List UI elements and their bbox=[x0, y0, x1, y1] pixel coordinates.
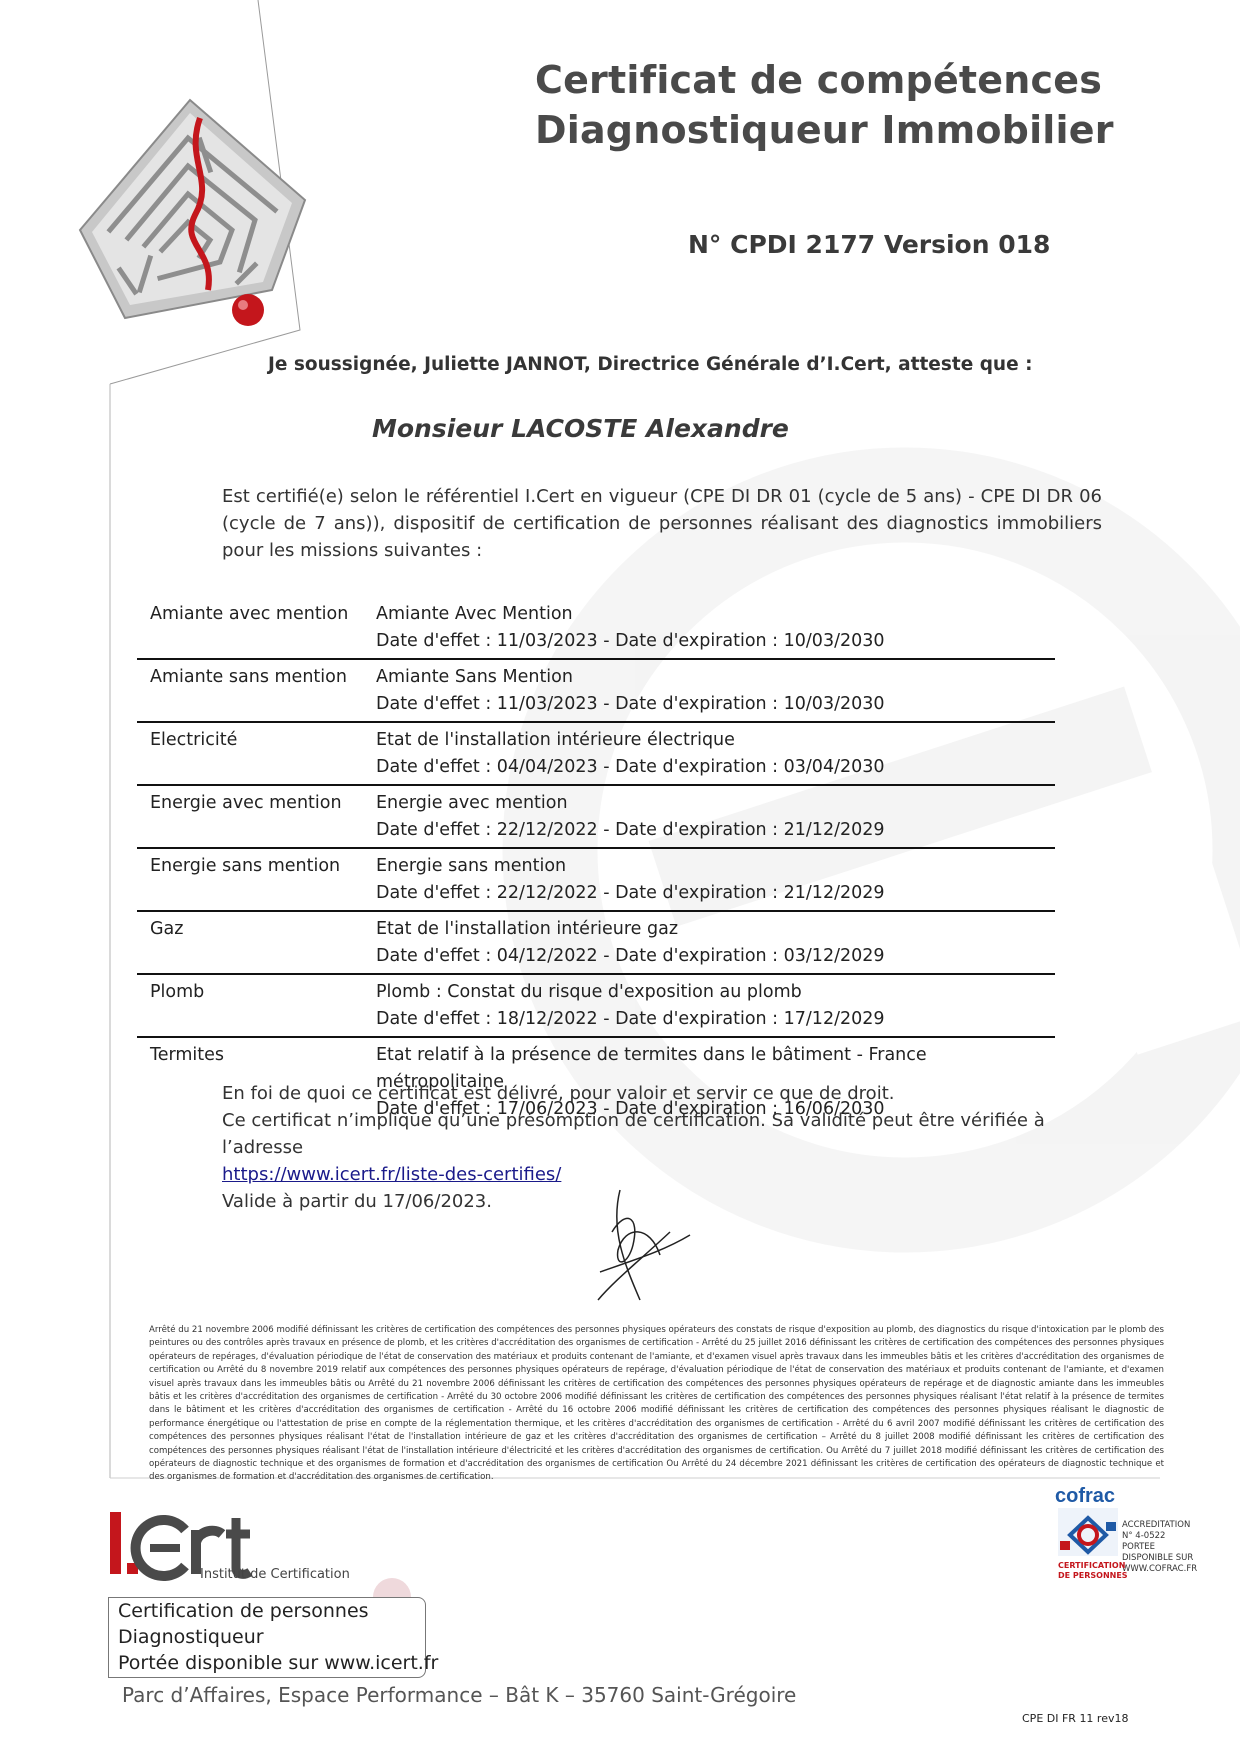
mission-details: Amiante Avec Mention Date d'effet : 11/03… bbox=[363, 597, 1055, 659]
scope-line-1: Certification de personnes bbox=[118, 1600, 369, 1622]
cofrac-caption-line-1: CERTIFICATION bbox=[1058, 1561, 1126, 1570]
cofrac-line: DISPONIBLE SUR bbox=[1122, 1553, 1194, 1563]
cofrac-caption-line-2: DE PERSONNES bbox=[1058, 1571, 1128, 1580]
mission-row: Energie sans mention Energie sans mention… bbox=[137, 848, 1055, 911]
scope-box: Certification de personnes Diagnostiqueu… bbox=[118, 1598, 438, 1676]
mission-title: Amiante Avec Mention bbox=[376, 604, 573, 624]
verification-link[interactable]: https://www.icert.fr/liste-des-certifies… bbox=[222, 1164, 561, 1185]
scope-line-3: Portée disponible sur www.icert.fr bbox=[118, 1652, 439, 1674]
address: Parc d’Affaires, Espace Performance – Bâ… bbox=[122, 1683, 797, 1707]
cofrac-accreditation: ACCREDITATION N° 4-0522 PORTEE DISPONIBL… bbox=[1122, 1520, 1197, 1575]
cofrac-brand: cofrac bbox=[1055, 1485, 1115, 1507]
mission-dates: Date d'effet : 04/04/2023 - Date d'expir… bbox=[376, 757, 885, 777]
mission-details: Plomb : Constat du risque d'exposition a… bbox=[363, 974, 1055, 1037]
cofrac-line: N° 4-0522 bbox=[1122, 1531, 1166, 1541]
mission-dates: Date d'effet : 11/03/2023 - Date d'expir… bbox=[376, 694, 885, 714]
mission-dates: Date d'effet : 22/12/2022 - Date d'expir… bbox=[376, 883, 885, 903]
mission-title: Etat de l'installation intérieure électr… bbox=[376, 730, 735, 750]
closing-block: En foi de quoi ce certificat est délivré… bbox=[222, 1080, 1122, 1215]
mission-details: Amiante Sans Mention Date d'effet : 11/03… bbox=[363, 659, 1055, 722]
mission-details: Energie avec mention Date d'effet : 22/12… bbox=[363, 785, 1055, 848]
cofrac-caption: CERTIFICATION DE PERSONNES bbox=[1058, 1561, 1128, 1581]
cofrac-logo-icon: cofrac bbox=[1055, 1485, 1118, 1556]
holder-name: Monsieur LACOSTE Alexandre bbox=[372, 414, 789, 443]
mission-row: Amiante sans mention Amiante Sans Mention… bbox=[137, 659, 1055, 722]
cofrac-line: ACCREDITATION bbox=[1122, 1520, 1191, 1530]
mission-row: Gaz Etat de l'installation intérieure gaz… bbox=[137, 911, 1055, 974]
cofrac-line: WWW.COFRAC.FR bbox=[1122, 1564, 1198, 1574]
mission-dates: Date d'effet : 22/12/2022 - Date d'expir… bbox=[376, 820, 885, 840]
closing-line-1: En foi de quoi ce certificat est délivré… bbox=[222, 1083, 895, 1104]
scope-line-2: Diagnostiqueur bbox=[118, 1626, 264, 1648]
mission-row: Amiante avec mention Amiante Avec Mention… bbox=[137, 597, 1055, 659]
mission-category: Electricité bbox=[150, 730, 238, 750]
page-title: Certificat de compétences Diagnostiqueur… bbox=[535, 55, 1114, 155]
closing-line-2: Ce certificat n’implique qu’une présompt… bbox=[222, 1110, 1045, 1158]
cofrac-line: PORTEE bbox=[1122, 1542, 1156, 1552]
mission-dates: Date d'effet : 11/03/2023 - Date d'expir… bbox=[376, 631, 885, 651]
mission-category: Energie avec mention bbox=[150, 793, 342, 813]
mission-title: Amiante Sans Mention bbox=[376, 667, 573, 687]
maze-house-logo bbox=[78, 98, 307, 326]
mission-title: Etat de l'installation intérieure gaz bbox=[376, 919, 679, 939]
mission-row: Plomb Plomb : Constat du risque d'exposit… bbox=[137, 974, 1055, 1037]
mission-details: Energie sans mention Date d'effet : 22/12… bbox=[363, 848, 1055, 911]
title-line-2: Diagnostiqueur Immobilier bbox=[535, 108, 1114, 152]
mission-dates: Date d'effet : 04/12/2022 - Date d'expir… bbox=[376, 946, 885, 966]
mission-title: Plomb : Constat du risque d'exposition a… bbox=[376, 982, 802, 1002]
icert-logo-subtitle: Institut de Certification bbox=[200, 1567, 350, 1582]
attestation-statement: Je soussignée, Juliette JANNOT, Directri… bbox=[268, 354, 1033, 375]
missions-table: Amiante avec mention Amiante Avec Mention… bbox=[137, 597, 1055, 1126]
certificate-number: N° CPDI 2177 Version 018 bbox=[688, 230, 1051, 259]
mission-category: Amiante sans mention bbox=[150, 667, 347, 687]
validity-date: Valide à partir du 17/06/2023. bbox=[222, 1191, 492, 1212]
legal-text: Arrêté du 21 novembre 2006 modifié défin… bbox=[149, 1325, 1164, 1483]
mission-row: Energie avec mention Energie avec mention… bbox=[137, 785, 1055, 848]
title-line-1: Certificat de compétences bbox=[535, 58, 1103, 102]
mission-details: Etat de l'installation intérieure gaz Dat… bbox=[363, 911, 1055, 974]
mission-details: Etat de l'installation intérieure électr… bbox=[363, 722, 1055, 785]
mission-category: Amiante avec mention bbox=[150, 604, 349, 624]
mission-category: Gaz bbox=[150, 919, 184, 939]
mission-dates: Date d'effet : 18/12/2022 - Date d'expir… bbox=[376, 1009, 885, 1029]
mission-row: Electricité Etat de l'installation intéri… bbox=[137, 722, 1055, 785]
mission-title: Energie avec mention bbox=[376, 793, 568, 813]
mission-title: Energie sans mention bbox=[376, 856, 567, 876]
intro-paragraph: Est certifié(e) selon le référentiel I.C… bbox=[222, 486, 1102, 561]
mission-category: Plomb bbox=[150, 982, 205, 1002]
footer-reference: CPE DI FR 11 rev18 bbox=[1022, 1712, 1129, 1725]
mission-category: Energie sans mention bbox=[150, 856, 341, 876]
